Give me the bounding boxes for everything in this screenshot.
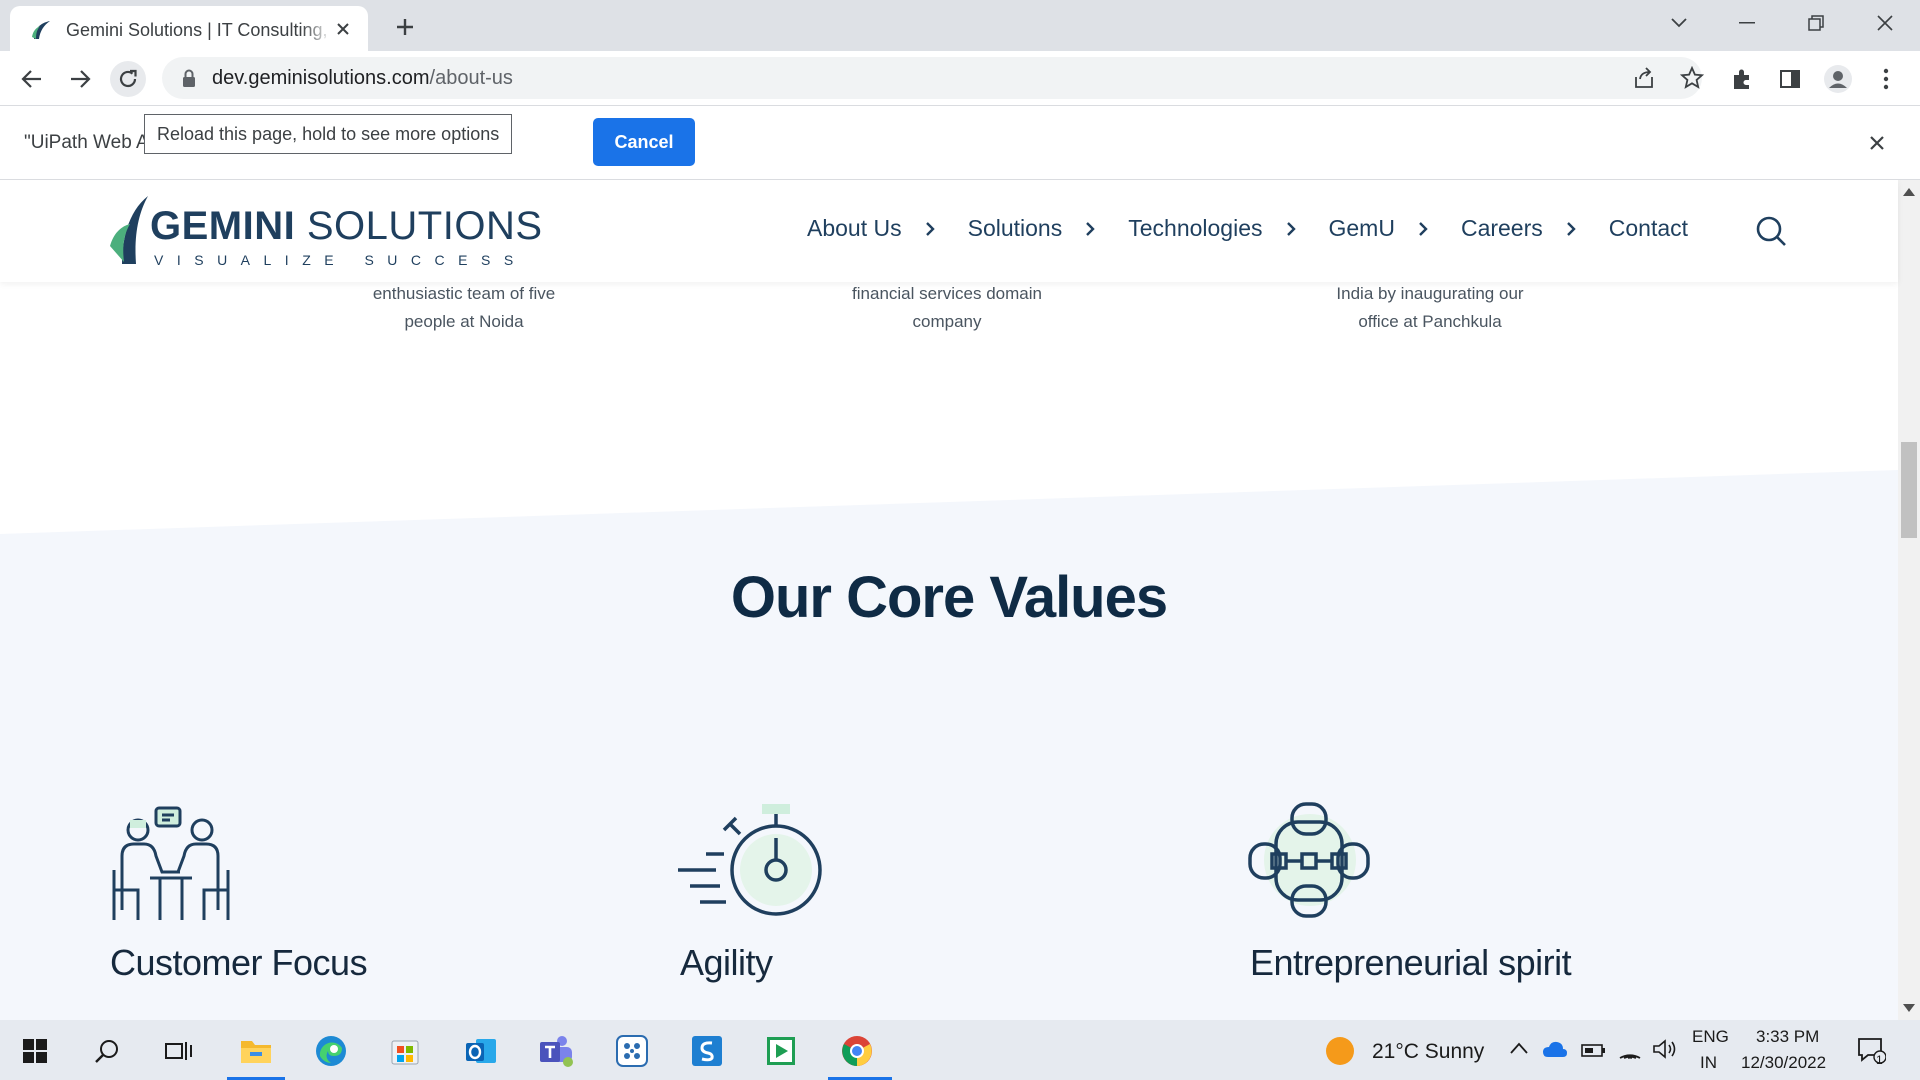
window-close-icon[interactable] xyxy=(1862,6,1908,40)
page-viewport: enthusiastic team of five people at Noid… xyxy=(0,180,1920,1020)
extensions-puzzle-icon[interactable] xyxy=(1726,63,1758,95)
uipath-studio-icon[interactable] xyxy=(686,1030,728,1072)
nav-solutions[interactable]: Solutions xyxy=(968,215,1097,242)
network-icon xyxy=(1248,802,1370,918)
uipath-assistant-icon[interactable] xyxy=(611,1030,653,1072)
search-icon[interactable] xyxy=(86,1030,128,1072)
nav-about-us[interactable]: About Us xyxy=(807,215,936,242)
wifi-icon[interactable] xyxy=(1618,1038,1642,1060)
value-label-customer-focus: Customer Focus xyxy=(110,942,368,983)
browser-tab[interactable]: Gemini Solutions | IT Consulting, xyxy=(10,6,368,51)
scroll-down-arrow-icon[interactable] xyxy=(1903,1004,1915,1012)
value-label-entrepreneurial-spirit: Entrepreneurial spirit xyxy=(1250,942,1572,983)
tab-title: Gemini Solutions | IT Consulting, xyxy=(66,20,332,41)
chevron-right-icon xyxy=(925,221,935,236)
reload-icon[interactable] xyxy=(110,61,146,97)
onedrive-cloud-icon[interactable] xyxy=(1542,1040,1568,1058)
minimize-icon[interactable] xyxy=(1724,6,1770,40)
outlook-icon[interactable] xyxy=(460,1030,502,1072)
timeline-entry: India by inaugurating our office at Panc… xyxy=(1336,284,1524,331)
share-icon[interactable] xyxy=(1628,62,1660,94)
forward-icon[interactable] xyxy=(62,61,98,97)
clock-date[interactable]: 12/30/2022 xyxy=(1741,1053,1826,1073)
stopwatch-icon xyxy=(678,804,822,916)
tab-search-chevron-icon[interactable] xyxy=(1656,6,1702,40)
bookmark-star-icon[interactable] xyxy=(1676,62,1708,94)
core-values-background xyxy=(0,470,1898,1020)
task-view-icon[interactable] xyxy=(158,1030,200,1072)
timeline-entry: financial services domain company xyxy=(852,284,1042,331)
chevron-right-icon xyxy=(1566,221,1576,236)
teams-icon[interactable] xyxy=(535,1030,577,1072)
edge-browser-icon[interactable] xyxy=(310,1030,352,1072)
tray-chevron-up-icon[interactable] xyxy=(1510,1042,1528,1054)
main-nav: About Us Solutions Technologies GemU Car… xyxy=(807,215,1720,242)
browser-toolbar: dev.geminisolutions.com/about-us xyxy=(0,51,1920,106)
chevron-right-icon xyxy=(1086,221,1095,236)
chrome-menu-icon[interactable] xyxy=(1870,63,1902,95)
clock-time[interactable]: 3:33 PM xyxy=(1756,1027,1819,1047)
language-indicator[interactable]: ENG xyxy=(1692,1027,1729,1047)
uipath-robot-icon[interactable] xyxy=(760,1030,802,1072)
logo-tagline: VISUALIZE SUCCESS xyxy=(154,252,527,268)
value-label-agility: Agility xyxy=(680,942,773,983)
url-text[interactable]: dev.geminisolutions.com/about-us xyxy=(212,67,513,90)
chrome-icon[interactable] xyxy=(836,1030,878,1072)
windows-start-icon[interactable] xyxy=(14,1030,56,1072)
nav-careers[interactable]: Careers xyxy=(1461,215,1577,242)
address-bar[interactable]: dev.geminisolutions.com/about-us xyxy=(162,57,1704,99)
side-panel-icon[interactable] xyxy=(1774,63,1806,95)
volume-icon[interactable] xyxy=(1652,1038,1678,1060)
gemini-favicon-icon xyxy=(32,21,50,39)
timeline-entry: enthusiastic team of five people at Noid… xyxy=(372,284,556,331)
gemini-leaf-logo-icon xyxy=(110,196,148,264)
cancel-button[interactable]: Cancel xyxy=(593,118,695,166)
tab-strip: Gemini Solutions | IT Consulting, xyxy=(0,0,1920,51)
restore-icon[interactable] xyxy=(1793,6,1839,40)
reload-tooltip: Reload this page, hold to see more optio… xyxy=(144,114,513,154)
chevron-right-icon xyxy=(1286,221,1296,236)
lock-icon[interactable] xyxy=(180,68,198,88)
gemini-logo[interactable]: GEMINI SOLUTIONS VISUALIZE SUCCESS xyxy=(108,192,542,272)
language-region[interactable]: IN xyxy=(1700,1053,1717,1073)
weather-text[interactable]: 21°C Sunny xyxy=(1372,1040,1484,1064)
nav-contact[interactable]: Contact xyxy=(1609,215,1688,242)
weather-sun-icon[interactable] xyxy=(1324,1035,1356,1067)
scrollbar-thumb[interactable] xyxy=(1901,442,1917,538)
customer-focus-icon xyxy=(112,806,230,920)
battery-icon[interactable] xyxy=(1580,1039,1606,1059)
windows-taskbar: 21°C Sunny ENG IN 3:33 PM 12/30/2022 1 xyxy=(0,1020,1920,1080)
file-explorer-icon[interactable] xyxy=(235,1030,277,1072)
notification-count: 1 xyxy=(1876,1053,1883,1067)
page-scrollbar[interactable] xyxy=(1898,180,1920,1020)
nav-gemu[interactable]: GemU xyxy=(1329,215,1429,242)
nav-technologies[interactable]: Technologies xyxy=(1128,215,1296,242)
search-icon[interactable] xyxy=(1754,214,1788,248)
profile-avatar-icon[interactable] xyxy=(1822,63,1854,95)
tab-close-icon[interactable] xyxy=(332,18,354,40)
chevron-right-icon xyxy=(1419,221,1428,236)
new-tab-button[interactable] xyxy=(390,12,420,42)
microsoft-store-icon[interactable] xyxy=(384,1030,426,1072)
scroll-up-arrow-icon[interactable] xyxy=(1903,188,1915,196)
core-values-title: Our Core Values xyxy=(730,565,1168,630)
site-header: GEMINI SOLUTIONS VISUALIZE SUCCESS About… xyxy=(0,180,1898,282)
infobar-close-icon[interactable] xyxy=(1864,130,1890,156)
back-icon[interactable] xyxy=(14,61,50,97)
